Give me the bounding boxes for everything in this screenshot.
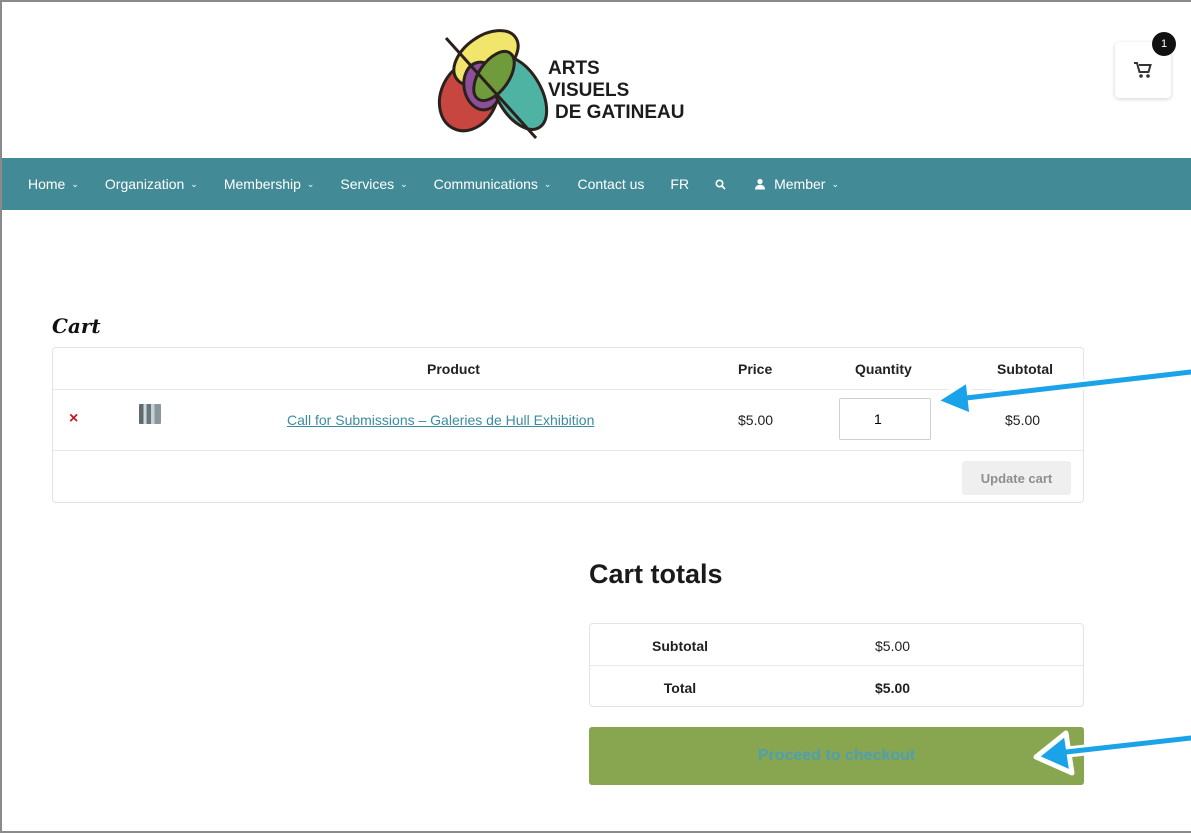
totals-total-row: Total $5.00 <box>590 666 1083 708</box>
quantity-input[interactable] <box>839 398 931 440</box>
product-thumbnail[interactable] <box>139 404 161 424</box>
cart-count-badge: 1 <box>1152 32 1176 56</box>
totals-subtotal-row: Subtotal $5.00 <box>590 624 1083 666</box>
subtotal-label: Subtotal <box>652 638 708 654</box>
column-header-product: Product <box>427 361 480 377</box>
nav-item-member[interactable]: Member ⌄ <box>754 176 839 192</box>
update-cart-button[interactable]: Update cart <box>962 461 1071 495</box>
nav-item-contact-us[interactable]: Contact us <box>577 176 644 192</box>
column-header-subtotal: Subtotal <box>997 361 1053 377</box>
shopping-cart-icon <box>1134 62 1152 78</box>
column-header-quantity: Quantity <box>855 361 912 377</box>
cart-totals-table: Subtotal $5.00 Total $5.00 <box>589 623 1084 707</box>
subtotal-value: $5.00 <box>875 638 911 654</box>
nav-item-communications[interactable]: Communications ⌄ <box>434 176 552 192</box>
nav-item-home[interactable]: Home ⌄ <box>28 176 79 192</box>
chevron-down-icon: ⌄ <box>190 178 198 189</box>
cart-totals-heading: Cart totals <box>589 559 723 589</box>
product-link[interactable]: Call for Submissions – Galeries de Hull … <box>287 412 594 428</box>
total-value: $5.00 <box>875 680 911 696</box>
nav-search-button[interactable] <box>715 178 726 190</box>
nav-item-organization[interactable]: Organization ⌄ <box>105 176 198 192</box>
search-icon <box>715 178 726 190</box>
item-price: $5.00 <box>738 412 774 428</box>
cart-table: Product Price Quantity Subtotal × Call f… <box>52 347 1084 503</box>
chevron-down-icon: ⌄ <box>71 178 79 189</box>
chevron-down-icon: ⌄ <box>543 178 552 189</box>
main-navigation: Home ⌄ Organization ⌄ Membership ⌄ Services… <box>2 158 1191 210</box>
brand-name: ARTS VISUELS DE GATINEAU <box>548 58 685 123</box>
nav-item-membership[interactable]: Membership ⌄ <box>224 176 315 192</box>
cart-actions-row: Update cart <box>53 451 1083 503</box>
chevron-down-icon: ⌄ <box>831 178 839 189</box>
total-label: Total <box>663 680 697 696</box>
nav-item-language-fr[interactable]: FR <box>670 176 689 192</box>
chevron-down-icon: ⌄ <box>306 178 315 189</box>
user-icon <box>755 178 766 190</box>
proceed-to-checkout-button[interactable]: Proceed to checkout <box>589 727 1084 785</box>
cart-heading: Cart <box>52 314 101 338</box>
nav-item-services[interactable]: Services ⌄ <box>340 176 407 192</box>
remove-item-button[interactable]: × <box>69 410 78 428</box>
cart-item-row: × Call for Submissions – Galeries de Hul… <box>53 390 1083 451</box>
column-header-price: Price <box>738 361 773 377</box>
chevron-down-icon: ⌄ <box>400 178 408 189</box>
item-subtotal: $5.00 <box>1005 412 1041 428</box>
cart-table-header: Product Price Quantity Subtotal <box>53 348 1083 390</box>
